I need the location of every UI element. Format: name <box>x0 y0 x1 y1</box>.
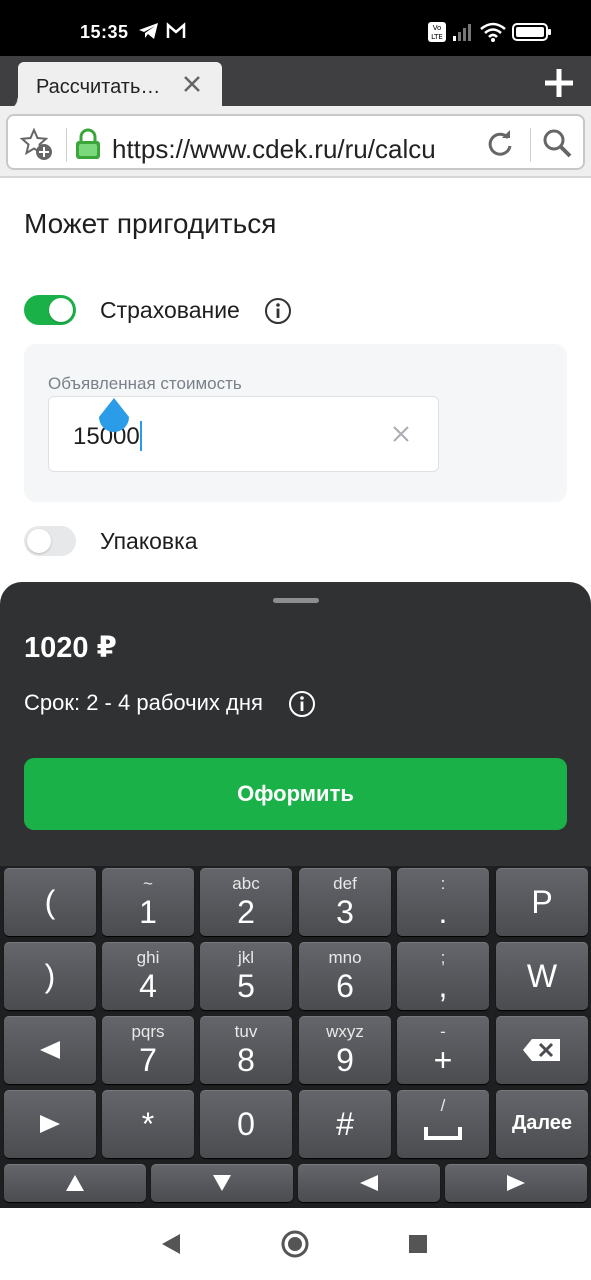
key-plus[interactable]: - + <box>397 1016 489 1084</box>
order-summary-sheet: 1020 ₽ Срок: 2 - 4 рабочих дня Оформить <box>0 582 591 872</box>
text-caret <box>140 421 142 451</box>
back-icon[interactable] <box>160 1232 182 1256</box>
key-2[interactable]: abc 2 <box>200 868 292 936</box>
browser-url-bar: https://www.cdek.ru/ru/calcu <box>0 106 591 178</box>
key-5[interactable]: jkl 5 <box>200 942 292 1010</box>
key-3[interactable]: def 3 <box>299 868 391 936</box>
key-space[interactable]: / <box>397 1090 489 1158</box>
bookmark-star-icon[interactable] <box>20 128 54 162</box>
arrow-up-icon <box>66 1175 84 1191</box>
price: 1020 ₽ <box>24 632 117 664</box>
volte-icon: Vo LTE <box>428 22 446 42</box>
sheet-grabber[interactable] <box>273 598 319 603</box>
right-triangle-icon <box>40 1115 60 1133</box>
key-backspace[interactable] <box>496 1016 588 1084</box>
divider <box>66 128 67 162</box>
toggle-knob <box>27 529 51 553</box>
key-comma[interactable]: ;, <box>397 942 489 1010</box>
key-next[interactable]: Далее <box>496 1090 588 1158</box>
url-text[interactable]: https://www.cdek.ru/ru/calcu <box>112 134 468 165</box>
clear-icon[interactable] <box>391 424 411 444</box>
status-time: 15:35 <box>80 22 129 42</box>
lock-icon <box>76 128 100 159</box>
url-box[interactable]: https://www.cdek.ru/ru/calcu <box>6 114 585 170</box>
section-title: Может пригодиться <box>24 208 277 239</box>
screen: 15:35 Vo LTE Рассчитать… https://www.cde… <box>0 0 591 1280</box>
info-icon[interactable] <box>264 297 292 325</box>
svg-text:LTE: LTE <box>431 33 443 41</box>
insurance-toggle[interactable] <box>24 295 76 325</box>
key-cursor-right[interactable] <box>4 1090 96 1158</box>
space-icon <box>424 1127 462 1140</box>
system-nav-bar <box>0 1208 591 1280</box>
browser-tab[interactable]: Рассчитать… <box>6 62 222 110</box>
page-content: Может пригодиться Страхование Объявленна… <box>0 180 591 590</box>
status-bar: 15:35 Vo LTE <box>0 0 591 56</box>
key-1[interactable]: ~1 <box>102 868 194 936</box>
key-arrow-down[interactable] <box>151 1164 293 1202</box>
wifi-icon <box>480 22 506 42</box>
key-9[interactable]: wxyz 9 <box>299 1016 391 1084</box>
key-period[interactable]: :. <box>397 868 489 936</box>
insurance-panel: Объявленная стоимость 15000 <box>24 344 567 502</box>
svg-text:Vo: Vo <box>433 24 442 32</box>
arrow-right-icon <box>507 1175 525 1191</box>
gmail-icon <box>166 22 186 38</box>
key-hash[interactable]: # <box>299 1090 391 1158</box>
key-w[interactable]: W <box>496 942 588 1010</box>
key-8[interactable]: tuv 8 <box>200 1016 292 1084</box>
key-0[interactable]: 0 <box>200 1090 292 1158</box>
key-arrow-left[interactable] <box>298 1164 440 1202</box>
battery-icon <box>512 23 551 41</box>
text-selection-handle-icon[interactable] <box>98 398 130 434</box>
key-p[interactable]: P <box>496 868 588 936</box>
key-4[interactable]: ghi 4 <box>102 942 194 1010</box>
key-arrow-right[interactable] <box>445 1164 587 1202</box>
key-paren-close[interactable]: ) <box>4 942 96 1010</box>
key-arrow-up[interactable] <box>4 1164 146 1202</box>
numeric-keyboard: ( ~1 abc 2 def 3 :. P ) ghi 4 jkl 5 mno 6 ;, … <box>0 866 591 1208</box>
reload-icon[interactable] <box>486 130 514 158</box>
key-6[interactable]: mno 6 <box>299 942 391 1010</box>
packaging-toggle[interactable] <box>24 526 76 556</box>
declared-value-label: Объявленная стоимость <box>48 374 242 393</box>
key-7[interactable]: pqrs 7 <box>102 1016 194 1084</box>
close-tab-icon[interactable] <box>180 72 204 96</box>
key-cursor-left[interactable] <box>4 1016 96 1084</box>
toggle-knob <box>49 298 73 322</box>
delivery-term: Срок: 2 - 4 рабочих дня <box>24 690 263 715</box>
insurance-label: Страхование <box>100 297 240 323</box>
key-asterisk[interactable]: * <box>102 1090 194 1158</box>
divider <box>530 128 531 162</box>
tab-title: Рассчитать… <box>36 76 161 98</box>
packaging-label: Упаковка <box>100 528 198 554</box>
arrow-down-icon <box>213 1175 231 1191</box>
left-triangle-icon <box>40 1041 60 1059</box>
signal-icon <box>453 24 471 41</box>
info-icon[interactable] <box>288 690 316 718</box>
new-tab-icon[interactable] <box>542 66 576 100</box>
recents-icon[interactable] <box>408 1234 428 1254</box>
submit-order-button[interactable]: Оформить <box>24 758 567 830</box>
telegram-icon <box>139 23 158 39</box>
key-paren-open[interactable]: ( <box>4 868 96 936</box>
browser-tab-strip: Рассчитать… <box>0 56 591 110</box>
backspace-icon <box>523 1039 560 1061</box>
search-icon[interactable] <box>542 128 572 158</box>
home-icon[interactable] <box>281 1230 309 1258</box>
arrow-left-icon <box>360 1175 378 1191</box>
